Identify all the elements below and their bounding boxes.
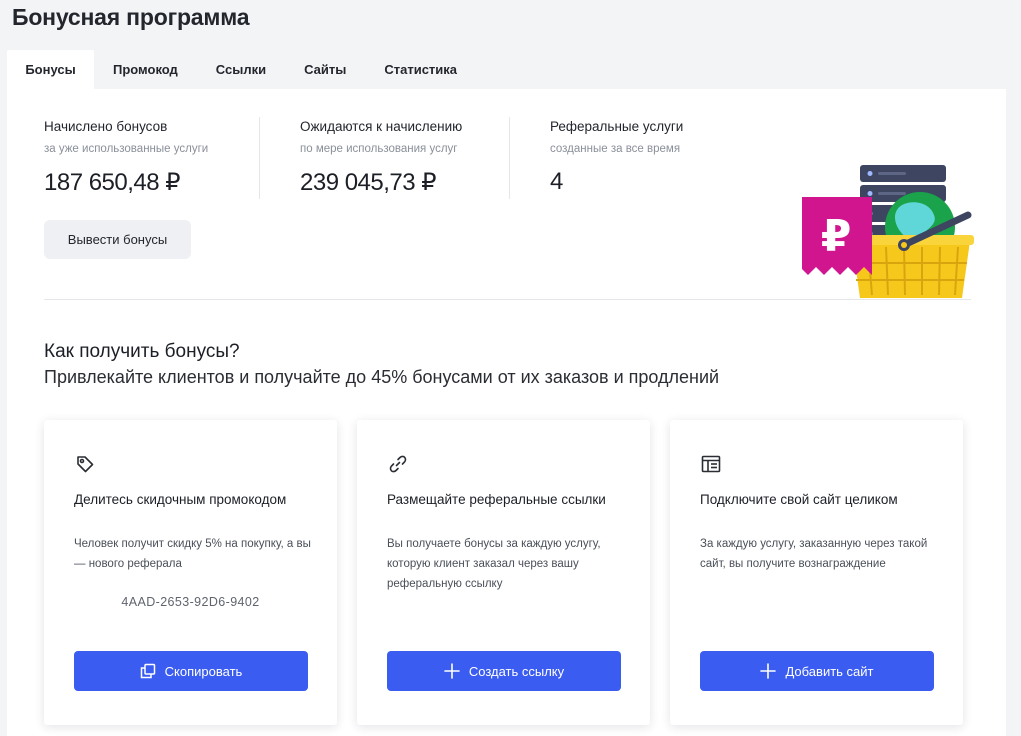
card-promocode: Делитесь скидочным промокодом Человек по… xyxy=(44,420,337,725)
add-site-button[interactable]: Добавить сайт xyxy=(700,651,934,691)
stat-value: 239 045,73 ₽ xyxy=(300,169,437,196)
stat-value: 4 xyxy=(550,168,563,195)
link-icon xyxy=(389,455,407,473)
page-title: Бонусная программа xyxy=(12,4,250,30)
add-site-button-label: Добавить сайт xyxy=(785,663,874,679)
copy-icon xyxy=(140,663,155,679)
stat-value: 187 650,48 ₽ xyxy=(44,169,181,196)
tab-links[interactable]: Ссылки xyxy=(197,50,285,89)
bonuses-panel: Начислено бонусов за уже использованные … xyxy=(7,89,1006,736)
stat-referral-services: Реферальные услуги созданные за все врем… xyxy=(550,119,683,196)
card-description: Вы получаете бонусы за каждую услугу, ко… xyxy=(387,538,601,590)
plus-icon xyxy=(444,663,460,679)
card-description: Человек получит скидку 5% на покупку, а … xyxy=(74,538,311,570)
tab-sites[interactable]: Сайты xyxy=(285,50,365,89)
tag-icon xyxy=(77,456,94,473)
stat-sub: по мере использования услуг xyxy=(300,143,458,155)
stat-divider xyxy=(259,117,260,199)
tab-bonuses[interactable]: Бонусы xyxy=(7,50,94,89)
website-icon xyxy=(701,455,721,473)
stat-divider xyxy=(509,117,510,199)
create-link-button-label: Создать ссылку xyxy=(468,663,565,679)
card-description: За каждую услугу, заказанную через такой… xyxy=(700,538,928,570)
stat-label: Начислено бонусов xyxy=(44,119,168,134)
card-connect-site: Подключите свой сайт целиком За каждую у… xyxy=(670,420,963,725)
ruble-symbol: ₽ xyxy=(821,211,852,262)
withdraw-bonuses-button[interactable]: Вывести бонусы xyxy=(44,220,191,259)
card-title: Подключите свой сайт целиком xyxy=(700,492,898,507)
tab-promocode[interactable]: Промокод xyxy=(94,50,197,89)
copy-button[interactable]: Скопировать xyxy=(74,651,308,691)
stat-pending: Ожидаются к начислению по мере использов… xyxy=(300,119,462,197)
tab-bar: Бонусы Промокод Ссылки Сайты Статистика xyxy=(7,50,476,89)
create-link-button[interactable]: Создать ссылку xyxy=(387,651,621,691)
ruble-tag-basket-server-icon: ₽ xyxy=(802,165,974,298)
stat-label: Реферальные услуги xyxy=(550,119,684,134)
promo-code: 4AAD-2653-92D6-9402 xyxy=(121,595,260,609)
how-title: Как получить бонусы? xyxy=(44,341,240,362)
card-referral-links: Размещайте реферальные ссылки Вы получае… xyxy=(357,420,650,725)
card-title: Размещайте реферальные ссылки xyxy=(387,492,606,507)
stat-accrued: Начислено бонусов за уже использованные … xyxy=(44,119,208,197)
section-divider xyxy=(44,299,971,300)
stat-sub: за уже использованные услуги xyxy=(44,143,209,155)
stat-label: Ожидаются к начислению xyxy=(300,119,463,134)
card-title: Делитесь скидочным промокодом xyxy=(74,492,287,507)
tab-statistics[interactable]: Статистика xyxy=(365,50,476,89)
copy-button-label: Скопировать xyxy=(164,663,243,679)
stat-sub: созданные за все время xyxy=(550,143,681,155)
how-subtitle: Привлекайте клиентов и получайте до 45% … xyxy=(44,367,720,387)
plus-icon xyxy=(760,663,777,679)
